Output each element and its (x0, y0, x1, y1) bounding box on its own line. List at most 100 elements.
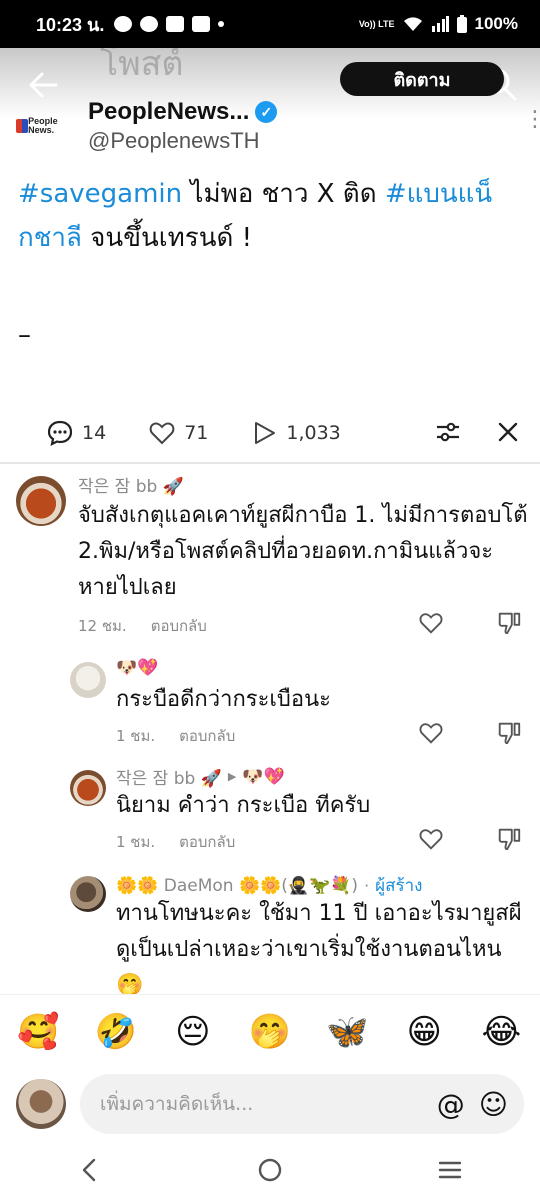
avatar[interactable] (70, 876, 106, 912)
emoji-rolling-laughing[interactable]: 🤣 (91, 1012, 141, 1052)
heart-icon[interactable] (418, 720, 444, 746)
signal-icon (431, 16, 449, 32)
status-bar: 10:23 น. Vo)) LTE 100% (0, 0, 540, 48)
comment-item: 작은 잠 bb 🚀 ▶ 🐶💖 นิยาม คำว่า กระเบือ ทีครั… (0, 760, 540, 856)
comment-meta: 1 ชม. ตอบกลับ (116, 830, 235, 854)
stats-bar: 14 71 1,033 (0, 404, 540, 462)
dislike-icon[interactable] (496, 720, 522, 746)
comment-author[interactable]: 🐶💖 (116, 658, 158, 678)
chat-icon (140, 16, 159, 32)
comment-author[interactable]: 작은 잠 bb 🚀 (78, 472, 184, 497)
comments-list[interactable]: 작은 잠 bb 🚀 จับสังเกตุแอคเคาท์ยูสผีกาบือ 1… (0, 464, 540, 994)
reply-arrow-icon: ▶ (227, 770, 237, 783)
post-text-part2: จนขึ้นเทรนด์ ! (81, 223, 253, 253)
mail-icon-2 (192, 16, 211, 32)
comments-stat[interactable]: 14 (46, 419, 106, 447)
nav-recents-icon[interactable] (435, 1155, 465, 1185)
play-icon (255, 422, 276, 444)
filter-sliders-icon[interactable] (434, 418, 462, 446)
comment-time: 1 ชม. (116, 727, 156, 745)
emoji-hand-over-mouth[interactable]: 🤭 (245, 1012, 295, 1052)
stats-actions (434, 418, 522, 446)
comment-text: ทานโทษนะคะ ใช้มา 11 ปี เอาอะไรมายูสผี ดู… (116, 901, 522, 994)
nav-home-icon[interactable] (255, 1155, 285, 1185)
comment-time: 1 ชม. (116, 833, 156, 851)
battery-percent: 100% (474, 14, 518, 33)
dislike-icon[interactable] (496, 610, 522, 636)
logo-text: People News. (28, 116, 58, 135)
comment-actions (418, 826, 522, 852)
battery-icon (456, 15, 467, 33)
post-text: #savegamin ไม่พอ ชาว X ติด #แบนแน็กชาลี … (18, 172, 518, 260)
comment-text: กระบือดีกว่ากระเบือนะ (116, 687, 331, 712)
emoji-smiling-hearts[interactable]: 🥰 (14, 1012, 64, 1052)
account-display-name[interactable]: PeopleNews... ✓ (88, 98, 278, 126)
more-notifications-dot (218, 21, 225, 27)
comment-placeholder: เพิ่มความคิดเห็น... (100, 1093, 254, 1115)
comment-author-line: 작은 잠 bb 🚀 ▶ 🐶💖 (116, 764, 285, 790)
comment-author[interactable]: 작은 잠 bb 🚀 (116, 764, 222, 789)
account-names: PeopleNews... ✓ @PeoplenewsTH (88, 98, 278, 154)
avatar[interactable] (70, 770, 106, 806)
post-text-part1: ไม่พอ ชาว X ติด (182, 179, 385, 209)
avatar[interactable] (70, 662, 106, 698)
display-name-text: PeopleNews... (88, 98, 250, 125)
separator-dot: · (364, 876, 370, 895)
my-avatar (16, 1079, 66, 1129)
likes-stat[interactable]: 71 (148, 419, 208, 447)
creator-badge: ผู้สร้าง (375, 876, 423, 896)
notification-icons (114, 16, 225, 32)
account-handle[interactable]: @PeoplenewsTH (88, 128, 277, 154)
reply-link[interactable]: ตอบกลับ (179, 830, 235, 854)
comment-meta: 1 ชม. ตอบกลับ (116, 724, 235, 748)
comment-item: 🐶💖 กระบือดีกว่ากระเบือนะ 1 ชม. ตอบกลับ (0, 654, 540, 750)
emoji-butterfly[interactable]: 🦋 (322, 1012, 372, 1052)
background-title: โพสต์ (100, 48, 184, 84)
views-stat[interactable]: 1,033 (250, 419, 341, 447)
system-nav-bar (0, 1140, 540, 1200)
emoji-quick-bar: 🥰 🤣 😔 🤭 🦋 😁 😂 (0, 994, 540, 1068)
heart-icon[interactable] (418, 610, 444, 636)
account-row: People News. PeopleNews... ✓ @Peoplenews… (16, 94, 526, 158)
comment-input[interactable]: เพิ่มความคิดเห็น... @ ☺ (80, 1074, 524, 1134)
comment-text: จับสังเกตุแอคเคาท์ยูสผีกาบือ 1. ไม่มีการ… (78, 503, 528, 600)
close-icon[interactable] (494, 418, 522, 446)
heart-icon[interactable] (418, 826, 444, 852)
post-dash: – (18, 320, 31, 350)
follow-button[interactable]: ติดตาม (340, 62, 504, 96)
avatar[interactable] (16, 476, 66, 526)
comment-input-row: เพิ่มความคิดเห็น... @ ☺ (0, 1068, 540, 1140)
emoji-grinning[interactable]: 😁 (399, 1012, 449, 1052)
comment-item: 작은 잠 bb 🚀 จับสังเกตุแอคเคาท์ยูสผีกาบือ 1… (0, 464, 540, 642)
reply-to-author[interactable]: 🐶💖 (242, 767, 284, 787)
status-right: Vo)) LTE 100% (359, 14, 518, 34)
heart-icon (149, 422, 175, 445)
logo-mark (16, 119, 29, 133)
reply-link[interactable]: ตอบกลับ (151, 614, 207, 638)
emoji-tears-of-joy[interactable]: 😂 (476, 1012, 526, 1052)
comment-author[interactable]: 🌼🌼 DaeMon 🌼🌼(🥷🦖💐) (116, 876, 358, 896)
views-count: 1,033 (286, 422, 341, 444)
comment-text: นิยาม คำว่า กระเบือ ทีครับ (116, 793, 371, 818)
comment-actions (418, 610, 522, 636)
reply-link[interactable]: ตอบกลับ (179, 724, 235, 748)
status-time: 10:23 น. (36, 14, 105, 35)
more-options-icon[interactable]: ⋮ (524, 109, 540, 131)
mail-icon (166, 16, 185, 32)
messenger-icon (114, 16, 133, 32)
comment-actions (418, 720, 522, 746)
verified-badge-icon: ✓ (255, 101, 278, 123)
comment-icon (47, 420, 73, 446)
likes-count: 71 (184, 422, 209, 444)
nav-back-icon[interactable] (75, 1155, 105, 1185)
post-preview[interactable]: โพสต์ People News. PeopleNews... ✓ @Peop… (0, 48, 540, 404)
mention-icon[interactable]: @ (437, 1088, 465, 1121)
dislike-icon[interactable] (496, 826, 522, 852)
peoplenews-logo[interactable]: People News. (16, 106, 72, 146)
emoji-picker-icon[interactable]: ☺ (479, 1088, 508, 1121)
comment-item: 🌼🌼 DaeMon 🌼🌼(🥷🦖💐) · ผู้สร้าง ทานโทษนะคะ … (0, 868, 540, 994)
volte-icon: Vo)) LTE (358, 18, 395, 29)
emoji-pensive[interactable]: 😔 (168, 1012, 218, 1052)
hashtag-savegamin[interactable]: #savegamin (18, 179, 182, 209)
comments-count: 14 (82, 422, 107, 444)
